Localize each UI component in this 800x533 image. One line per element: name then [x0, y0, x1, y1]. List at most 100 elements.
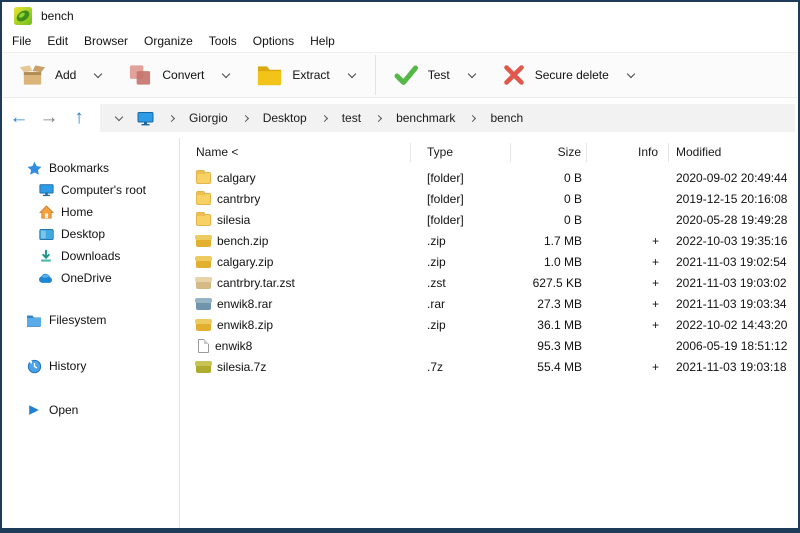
- table-row[interactable]: enwik8.rar .rar 27.3 MB + 2021-11-03 19:…: [180, 293, 798, 314]
- table-row[interactable]: enwik8.zip .zip 36.1 MB + 2022-10-02 14:…: [180, 314, 798, 335]
- file-modified: 2021-11-03 19:02:54: [669, 255, 798, 269]
- chevron-down-icon: [468, 69, 476, 77]
- chevron-down-icon: [627, 69, 635, 77]
- test-button[interactable]: Test: [384, 56, 459, 94]
- table-row[interactable]: silesia.7z .7z 55.4 MB + 2021-11-03 19:0…: [180, 356, 798, 377]
- desktop-icon: [38, 226, 54, 242]
- column-header-type[interactable]: Type: [411, 143, 511, 162]
- window-frame: bench File Edit Browser Organize Tools O…: [0, 0, 800, 533]
- sidebar-item-onedrive[interactable]: OneDrive: [2, 267, 179, 289]
- table-row[interactable]: calgary [folder] 0 B 2020-09-02 20:49:44: [180, 167, 798, 188]
- menu-options[interactable]: Options: [245, 31, 302, 51]
- computer-icon: [137, 111, 154, 126]
- file-name: calgary.zip: [217, 255, 273, 269]
- file-type: [folder]: [411, 171, 511, 185]
- file-size: 95.3 MB: [511, 339, 587, 353]
- file-modified: 2022-10-03 19:35:16: [669, 234, 798, 248]
- table-row[interactable]: bench.zip .zip 1.7 MB + 2022-10-03 19:35…: [180, 230, 798, 251]
- download-icon: [38, 248, 54, 264]
- file-size: 1.7 MB: [511, 234, 587, 248]
- secure-delete-button[interactable]: Secure delete: [493, 56, 618, 94]
- address-dropdown[interactable]: [108, 117, 130, 120]
- convert-button[interactable]: Convert: [119, 56, 213, 94]
- sidebar-item-label: Computer's root: [61, 183, 146, 197]
- forward-button[interactable]: →: [34, 103, 64, 133]
- sidebar-item-label: Filesystem: [49, 313, 106, 327]
- sidebar-item-filesystem[interactable]: Filesystem: [2, 309, 179, 331]
- menu-tools[interactable]: Tools: [201, 31, 245, 51]
- column-header-info[interactable]: Info: [587, 143, 669, 162]
- breadcrumb-item-giorgio[interactable]: Giorgio: [183, 107, 234, 129]
- chevron-down-icon: [222, 69, 230, 77]
- up-button[interactable]: ↑: [64, 103, 94, 133]
- extract-dropdown[interactable]: [339, 56, 365, 94]
- menu-browser[interactable]: Browser: [76, 31, 136, 51]
- chevron-right-icon: [321, 114, 328, 121]
- sidebar-item-label: History: [49, 359, 86, 373]
- menu-organize[interactable]: Organize: [136, 31, 201, 51]
- file-name: enwik8: [215, 339, 252, 353]
- breadcrumb-computer[interactable]: [134, 111, 156, 126]
- file-type: .zip: [411, 255, 511, 269]
- sidebar-item-label: Home: [61, 205, 93, 219]
- secure-delete-button-label: Secure delete: [535, 68, 609, 82]
- archive-icon: [196, 298, 211, 310]
- file-size: 36.1 MB: [511, 318, 587, 332]
- sidebar-item-desktop[interactable]: Desktop: [2, 223, 179, 245]
- test-button-label: Test: [428, 68, 450, 82]
- file-size: 27.3 MB: [511, 297, 587, 311]
- add-dropdown[interactable]: [85, 56, 111, 94]
- play-triangle-icon: [26, 402, 42, 418]
- sidebar-item-label: Desktop: [61, 227, 105, 241]
- table-row[interactable]: cantrbry.tar.zst .zst 627.5 KB + 2021-11…: [180, 272, 798, 293]
- breadcrumb-item-desktop[interactable]: Desktop: [257, 107, 313, 129]
- table-row[interactable]: silesia [folder] 0 B 2020-05-28 19:49:28: [180, 209, 798, 230]
- file-size: 0 B: [511, 192, 587, 206]
- menu-file[interactable]: File: [4, 31, 39, 51]
- breadcrumb-item-benchmark[interactable]: benchmark: [390, 107, 461, 129]
- file-size: 0 B: [511, 213, 587, 227]
- file-type: .7z: [411, 360, 511, 374]
- column-header-modified[interactable]: Modified: [669, 143, 798, 162]
- test-dropdown[interactable]: [459, 56, 485, 94]
- file-modified: 2020-09-02 20:49:44: [669, 171, 798, 185]
- convert-button-label: Convert: [162, 68, 204, 82]
- column-header-name[interactable]: Name <: [180, 143, 411, 162]
- column-header-size[interactable]: Size: [511, 143, 587, 162]
- toolbar-divider: [375, 55, 376, 95]
- star-icon: [26, 160, 42, 176]
- file-size: 627.5 KB: [511, 276, 587, 290]
- add-button-label: Add: [55, 68, 76, 82]
- sidebar-item-open[interactable]: Open: [2, 399, 179, 421]
- blue-folder-icon: [26, 312, 42, 328]
- menu-help[interactable]: Help: [302, 31, 343, 51]
- file-type: .rar: [411, 297, 511, 311]
- main-area: Bookmarks Computer's root Home Desktop: [2, 138, 798, 528]
- back-button[interactable]: ←: [4, 103, 34, 133]
- sidebar-item-computers-root[interactable]: Computer's root: [2, 179, 179, 201]
- secure-delete-dropdown[interactable]: [618, 56, 644, 94]
- sidebar-item-home[interactable]: Home: [2, 201, 179, 223]
- sidebar-item-label: OneDrive: [61, 271, 112, 285]
- file-type: .zip: [411, 234, 511, 248]
- file-modified: 2021-11-03 19:03:18: [669, 360, 798, 374]
- file-type: .zst: [411, 276, 511, 290]
- convert-dropdown[interactable]: [213, 56, 239, 94]
- home-icon: [38, 204, 54, 220]
- breadcrumb-item-bench[interactable]: bench: [484, 107, 529, 129]
- sidebar-item-bookmarks[interactable]: Bookmarks: [2, 157, 179, 179]
- navigation-bar: ← → ↑ Giorgio Desktop test benchmark ben…: [2, 98, 798, 138]
- file-info: +: [587, 318, 669, 332]
- extract-button[interactable]: Extract: [247, 56, 338, 94]
- sidebar-item-history[interactable]: History: [2, 355, 179, 377]
- back-arrow-icon: ←: [10, 107, 29, 129]
- table-row[interactable]: enwik8 95.3 MB 2006-05-19 18:51:12: [180, 335, 798, 356]
- table-row[interactable]: cantrbry [folder] 0 B 2019-12-15 20:16:0…: [180, 188, 798, 209]
- menu-edit[interactable]: Edit: [39, 31, 76, 51]
- chevron-right-icon: [168, 114, 175, 121]
- breadcrumb-item-test[interactable]: test: [336, 107, 367, 129]
- add-button[interactable]: Add: [10, 56, 85, 94]
- table-row[interactable]: calgary.zip .zip 1.0 MB + 2021-11-03 19:…: [180, 251, 798, 272]
- sidebar-item-downloads[interactable]: Downloads: [2, 245, 179, 267]
- folder-icon: [196, 214, 211, 226]
